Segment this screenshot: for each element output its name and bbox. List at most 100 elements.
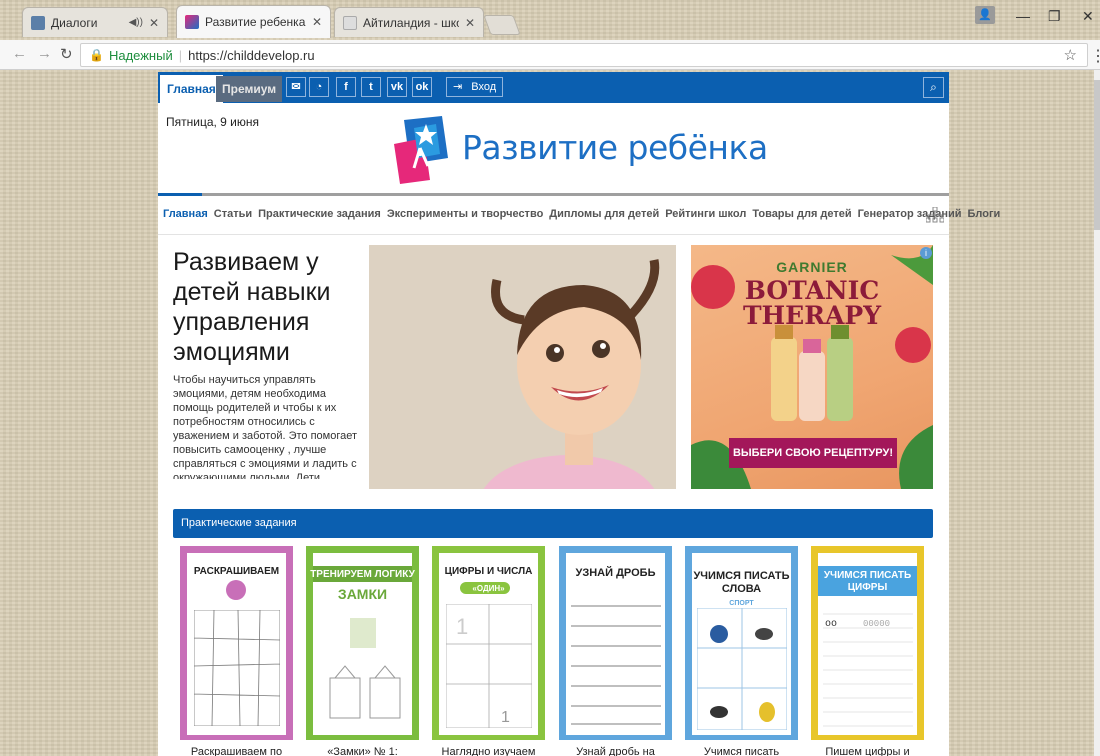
card-caption[interactable]: «Замки» № 1: bbox=[304, 746, 421, 756]
current-date: Пятница, 9 июня bbox=[166, 115, 259, 129]
card-caption[interactable]: Наглядно изучаем bbox=[430, 746, 547, 756]
card-caption[interactable]: Узнай дробь на bbox=[557, 746, 674, 756]
tab-dialogs[interactable]: Диалоги ◀)) ✕ bbox=[22, 7, 168, 37]
card-cover-image: РАСКРАШИВАЕМ bbox=[180, 546, 293, 740]
section-title[interactable]: Практические задания bbox=[173, 509, 933, 538]
nav-item-articles[interactable]: Статьи bbox=[214, 208, 252, 220]
card-cover-subtitle: ЗАМКИ bbox=[337, 586, 388, 602]
advertisement-banner[interactable]: GARNIER BOTANIC THERAPY ВЫБЕРИ СВОЮ РЕЦЕ… bbox=[691, 245, 933, 489]
card-cover-image: УЧИМСЯ ПИСАТЬ ЦИФРЫ oo 00000 bbox=[811, 546, 924, 740]
card-cover-title: УЧИМСЯ ПИСАТЬ ЦИФРЫ bbox=[823, 570, 912, 593]
tab-aitilandia[interactable]: Айтиландия - школа пр ✕ bbox=[334, 7, 484, 37]
facebook-icon[interactable]: f bbox=[336, 77, 356, 97]
odnoklassniki-icon[interactable]: ok bbox=[412, 77, 432, 97]
task-card[interactable]: УЗНАЙ ДРОБЬ Узнай дробь на bbox=[559, 546, 672, 756]
browser-toolbar: ← → ↻ 🔒 Надежный | https://childdevelop.… bbox=[0, 40, 1100, 70]
address-bar[interactable]: 🔒 Надежный | https://childdevelop.ru ☆ bbox=[80, 43, 1088, 67]
article-lead: Чтобы научиться управлять эмоциями, детя… bbox=[173, 374, 358, 479]
site-top-bar: Главная Премиум ✉ ◔ f t vk ok ⇥ Вход ⌕ bbox=[158, 72, 949, 103]
web-page: Главная Премиум ✉ ◔ f t vk ok ⇥ Вход ⌕ П… bbox=[158, 72, 1000, 756]
security-label: Надежный bbox=[108, 47, 173, 63]
top-premium-tab[interactable]: Премиум bbox=[216, 76, 283, 102]
ad-info-icon[interactable]: i bbox=[920, 247, 932, 259]
nav-item-experiments[interactable]: Эксперименты и творчество bbox=[387, 208, 543, 220]
nav-item-blogs[interactable]: Блоги bbox=[968, 208, 1001, 220]
new-tab-button[interactable] bbox=[483, 15, 521, 35]
card-caption[interactable]: Пишем цифры и bbox=[809, 746, 926, 756]
vk-icon[interactable]: vk bbox=[387, 77, 407, 97]
svg-text:oo: oo bbox=[825, 619, 837, 630]
task-card[interactable]: УЧИМСЯ ПИСАТЬ ЦИФРЫ oo 00000 Пишем цифры… bbox=[811, 546, 924, 756]
nav-item-task-generator[interactable]: Генератор заданий bbox=[858, 208, 962, 220]
tab-title: Развитие ребенка - сай bbox=[205, 15, 306, 29]
reload-icon[interactable]: ↻ bbox=[60, 45, 73, 63]
svg-text:00000: 00000 bbox=[863, 619, 890, 629]
tab-title: Диалоги bbox=[51, 15, 98, 30]
restore-icon[interactable]: ❐ bbox=[1048, 8, 1061, 25]
ad-title-line2: THERAPY bbox=[742, 301, 882, 330]
ad-title: BOTANIC THERAPY bbox=[691, 278, 933, 328]
bookmark-star-icon[interactable]: ☆ bbox=[1064, 46, 1077, 64]
back-icon[interactable]: ← bbox=[12, 45, 27, 62]
browser-menu-icon[interactable]: ⋮ bbox=[1090, 46, 1100, 66]
task-card[interactable]: ТРЕНИРУЕМ ЛОГИКУ ЗАМКИ «Замки» № 1: bbox=[306, 546, 419, 756]
card-cover-image: ТРЕНИРУЕМ ЛОГИКУ ЗАМКИ bbox=[306, 546, 419, 740]
twitter-icon[interactable]: t bbox=[361, 77, 381, 97]
dialogs-icon bbox=[31, 15, 45, 30]
lock-icon: 🔒 bbox=[89, 48, 104, 62]
forward-icon[interactable]: → bbox=[37, 45, 52, 62]
speaker-icon[interactable]: ◀)) bbox=[129, 17, 143, 28]
nav-item-practical-tasks[interactable]: Практические задания bbox=[258, 208, 381, 220]
nav-item-kids-goods[interactable]: Товары для детей bbox=[752, 208, 851, 220]
svg-text:1: 1 bbox=[501, 709, 510, 726]
task-card[interactable]: ЦИФРЫ И ЧИСЛА «ОДИН» 1 1 Наглядно изучае… bbox=[432, 546, 545, 756]
nav-item-diplomas[interactable]: Дипломы для детей bbox=[549, 208, 659, 220]
task-card[interactable]: РАСКРАШИВАЕМ Раскрашиваем по bbox=[180, 546, 293, 756]
site-logo[interactable]: Развитие ребёнка bbox=[390, 114, 768, 184]
logo-emblem-icon bbox=[394, 116, 448, 184]
card-cover-title: УЧИМСЯ ПИСАТЬ СЛОВА bbox=[693, 570, 790, 595]
profile-icon[interactable]: 👤 bbox=[975, 6, 995, 24]
login-button[interactable]: ⇥ Вход bbox=[446, 77, 504, 97]
search-icon[interactable]: ⌕ bbox=[923, 77, 944, 98]
child-photo-image bbox=[369, 245, 676, 489]
close-window-icon[interactable]: ✕ bbox=[1082, 8, 1094, 25]
card-caption[interactable]: Учимся писать bbox=[683, 746, 800, 756]
nav-item-home[interactable]: Главная bbox=[163, 208, 208, 220]
mail-icon[interactable]: ✉ bbox=[286, 77, 306, 97]
top-home-tab[interactable]: Главная bbox=[160, 75, 223, 103]
close-tab-icon[interactable]: ✕ bbox=[312, 15, 322, 29]
sitemap-icon[interactable] bbox=[926, 207, 944, 223]
close-tab-icon[interactable]: ✕ bbox=[465, 16, 475, 30]
ad-cta-button[interactable]: ВЫБЕРИ СВОЮ РЕЦЕПТУРУ! bbox=[729, 438, 897, 468]
svg-text:1: 1 bbox=[456, 614, 468, 639]
rss-icon[interactable]: ◔ bbox=[309, 77, 329, 97]
card-cover-image: УЗНАЙ ДРОБЬ bbox=[559, 546, 672, 740]
tab-title: Айтиландия - школа пр bbox=[363, 15, 459, 30]
card-cover-image: ЦИФРЫ И ЧИСЛА «ОДИН» 1 1 bbox=[432, 546, 545, 740]
url-text[interactable]: https://childdevelop.ru bbox=[188, 48, 314, 63]
card-cover-title: УЗНАЙ ДРОБЬ bbox=[575, 567, 656, 579]
nav-accent-bar bbox=[158, 193, 202, 196]
card-cover-title: РАСКРАШИВАЕМ bbox=[193, 566, 280, 577]
task-cards: РАСКРАШИВАЕМ Раскрашиваем по ТРЕНИРУЕМ Л… bbox=[180, 546, 940, 756]
nav-list: Главная Статьи Практические задания Эксп… bbox=[163, 208, 1000, 220]
login-label: Вход bbox=[471, 81, 497, 93]
ad-title-line1: BOTANIC bbox=[744, 276, 880, 305]
logo-text: Развитие ребёнка bbox=[462, 128, 768, 167]
browser-tab-bar: Диалоги ◀)) ✕ Развитие ребенка - сай ✕ А… bbox=[0, 0, 1100, 40]
card-cover-title: ЦИФРЫ И ЧИСЛА bbox=[444, 566, 533, 577]
page-scrollbar[interactable] bbox=[1094, 70, 1100, 756]
article-headline[interactable]: Развиваем у детей навыки управления эмоц… bbox=[173, 247, 363, 367]
tab-childdevelop[interactable]: Развитие ребенка - сай ✕ bbox=[176, 5, 331, 38]
nav-item-school-ratings[interactable]: Рейтинги школ bbox=[665, 208, 746, 220]
close-tab-icon[interactable]: ✕ bbox=[149, 16, 159, 30]
minimize-icon[interactable]: — bbox=[1016, 8, 1030, 24]
task-card[interactable]: УЧИМСЯ ПИСАТЬ СЛОВА СПОРТ Учимся писать bbox=[685, 546, 798, 756]
scrollbar-thumb[interactable] bbox=[1094, 80, 1100, 230]
card-caption[interactable]: Раскрашиваем по bbox=[178, 746, 295, 756]
ad-brand: GARNIER bbox=[776, 259, 848, 275]
login-icon: ⇥ bbox=[453, 81, 463, 93]
card-cover-subtitle: «ОДИН» bbox=[472, 584, 505, 593]
article-photo[interactable] bbox=[369, 245, 676, 489]
